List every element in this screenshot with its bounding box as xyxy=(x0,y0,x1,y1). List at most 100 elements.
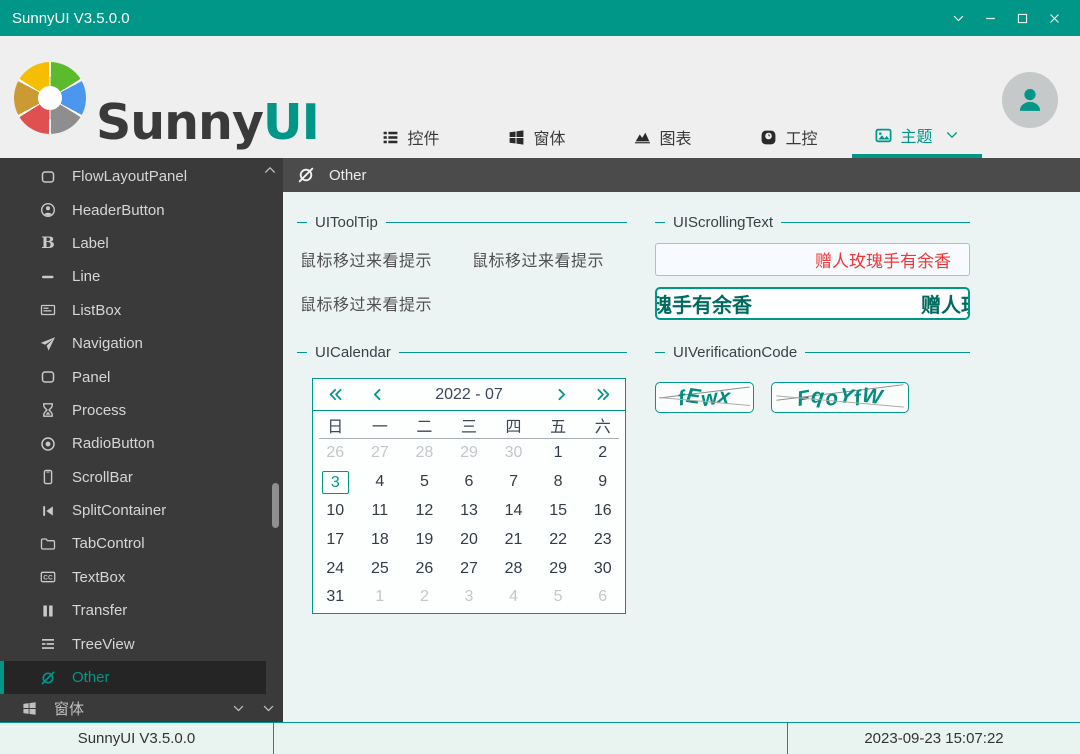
sidebar-item-headerbutton[interactable]: HeaderButton xyxy=(0,193,283,226)
sidebar-item-label: Panel xyxy=(72,369,110,386)
calendar-header: 2022 - 07 xyxy=(313,379,625,411)
tab-forms[interactable]: 窗体 xyxy=(474,116,600,158)
tab-industrial[interactable]: 工控 xyxy=(726,116,852,158)
sidebar-item-process[interactable]: Process xyxy=(0,394,283,427)
prev-month-button[interactable] xyxy=(357,379,397,410)
sidebar-item-treeview[interactable]: TreeView xyxy=(0,627,283,660)
calendar-day[interactable]: 6 xyxy=(580,583,625,612)
sidebar-item-navigation[interactable]: Navigation xyxy=(0,327,283,360)
calendar-day[interactable]: 23 xyxy=(580,525,625,554)
calendar-day[interactable]: 27 xyxy=(447,554,492,583)
calendar-day[interactable]: 30 xyxy=(491,439,536,468)
calendar-day[interactable]: 4 xyxy=(491,583,536,612)
close-button[interactable] xyxy=(1038,3,1070,33)
sidebar-scrollbar-thumb[interactable] xyxy=(272,483,279,528)
next-month-button[interactable] xyxy=(541,379,581,410)
calendar-day[interactable]: 13 xyxy=(447,497,492,526)
tab-controls[interactable]: 控件 xyxy=(348,116,474,158)
calendar-day[interactable]: 29 xyxy=(447,439,492,468)
calendar-day[interactable]: 1 xyxy=(536,439,581,468)
calendar-day[interactable]: 28 xyxy=(491,554,536,583)
calendar-day[interactable]: 26 xyxy=(402,554,447,583)
calendar-day[interactable]: 18 xyxy=(358,525,403,554)
sidebar-item-listbox[interactable]: ListBox xyxy=(0,294,283,327)
calendar-day[interactable]: 4 xyxy=(358,468,403,497)
calendar-day[interactable]: 26 xyxy=(313,439,358,468)
calendar-day[interactable]: 17 xyxy=(313,525,358,554)
verification-code-box[interactable]: fEwx xyxy=(655,382,754,413)
calendar-day[interactable]: 2 xyxy=(580,439,625,468)
calendar-day-number: 27 xyxy=(460,560,478,578)
sidebar-scroll-up-icon[interactable] xyxy=(263,163,277,177)
sidebar-item-tabcontrol[interactable]: TabControl xyxy=(0,527,283,560)
verification-code-box[interactable]: FqoYfW xyxy=(771,382,909,413)
calendar-day[interactable]: 5 xyxy=(536,583,581,612)
calendar-day[interactable]: 9 xyxy=(580,468,625,497)
calendar-day[interactable]: 14 xyxy=(491,497,536,526)
calendar-day[interactable]: 8 xyxy=(536,468,581,497)
calendar-day[interactable]: 2 xyxy=(402,583,447,612)
calendar-weekday: 四 xyxy=(491,413,536,437)
sidebar-item-panel[interactable]: Panel xyxy=(0,360,283,393)
sidebar-item-radiobutton[interactable]: RadioButton xyxy=(0,427,283,460)
calendar-day-number: 30 xyxy=(505,444,523,462)
calendar-day[interactable]: 20 xyxy=(447,525,492,554)
calendar-day[interactable]: 5 xyxy=(402,468,447,497)
avatar[interactable] xyxy=(1002,72,1058,128)
calendar-day[interactable]: 29 xyxy=(536,554,581,583)
sidebar-group-forms[interactable]: 窗体 xyxy=(0,695,283,722)
calendar-day[interactable]: 19 xyxy=(402,525,447,554)
minimize-button[interactable] xyxy=(974,3,1006,33)
next-year-button[interactable] xyxy=(581,379,625,410)
calendar-day[interactable]: 21 xyxy=(491,525,536,554)
calendar-grid: 2627282930123456789101112131415161718192… xyxy=(313,439,625,612)
groupbox-header: UIToolTip xyxy=(297,214,627,230)
calendar-weekday: 五 xyxy=(536,413,581,437)
calendar-day[interactable]: 30 xyxy=(580,554,625,583)
prev-year-button[interactable] xyxy=(313,379,357,410)
groupbox-header: UIVerificationCode xyxy=(655,344,970,360)
tab-theme[interactable]: 主题 xyxy=(852,116,982,158)
calendar-day[interactable]: 1 xyxy=(358,583,403,612)
sidebar-item-scrollbar[interactable]: ScrollBar xyxy=(0,461,283,494)
sidebar-item-label[interactable]: BLabel xyxy=(0,227,283,260)
calendar-day[interactable]: 6 xyxy=(447,468,492,497)
calendar-day[interactable]: 7 xyxy=(491,468,536,497)
sidebar-item-textbox[interactable]: CCTextBox xyxy=(0,561,283,594)
calendar-day-number: 31 xyxy=(326,588,344,606)
sidebar-item-line[interactable]: Line xyxy=(0,260,283,293)
group-collapse-chevron-icon[interactable] xyxy=(232,702,245,715)
calendar-day[interactable]: 10 xyxy=(313,497,358,526)
extend-button[interactable] xyxy=(942,3,974,33)
sidebar-item-splitcontainer[interactable]: SplitContainer xyxy=(0,494,283,527)
maximize-button[interactable] xyxy=(1006,3,1038,33)
calendar-day[interactable]: 3 xyxy=(447,583,492,612)
calendar-day[interactable]: 11 xyxy=(358,497,403,526)
calendar-day[interactable]: 25 xyxy=(358,554,403,583)
sidebar-scroll-down-icon[interactable] xyxy=(262,702,275,715)
calendar-day[interactable]: 22 xyxy=(536,525,581,554)
tooltip-label[interactable]: 鼠标移过来看提示 xyxy=(300,297,432,314)
sidebar-item-label: ListBox xyxy=(72,302,121,319)
calendar-day-selected[interactable]: 3 xyxy=(313,468,358,497)
calendar-day[interactable]: 31 xyxy=(313,583,358,612)
calendar-day[interactable]: 24 xyxy=(313,554,358,583)
calendar-day[interactable]: 16 xyxy=(580,497,625,526)
calendar-day[interactable]: 27 xyxy=(358,439,403,468)
calendar-day[interactable]: 12 xyxy=(402,497,447,526)
scrolling-text-box-2[interactable]: 瑰手有余香 赠人玫 xyxy=(655,287,970,320)
calendar-day[interactable]: 28 xyxy=(402,439,447,468)
calendar-day[interactable]: 15 xyxy=(536,497,581,526)
tooltip-label[interactable]: 鼠标移过来看提示 xyxy=(300,247,432,271)
main-panel: Other UIToolTip 鼠标移过来看提示 鼠标移过来看提示 鼠标移过来看… xyxy=(283,158,1080,722)
calendar: 2022 - 07 日一二三四五六 2627282930123456789101… xyxy=(312,378,626,614)
tab-charts[interactable]: 图表 xyxy=(600,116,726,158)
sidebar-item-flowlayoutpanel[interactable]: FlowLayoutPanel xyxy=(0,160,283,193)
logo-text-primary: Sunny xyxy=(96,94,263,151)
sidebar-item-other[interactable]: Other xyxy=(0,661,266,694)
svg-text:CC: CC xyxy=(43,575,53,582)
scrolling-text-box-1[interactable]: 赠人玫瑰手有余香 xyxy=(655,243,970,276)
calendar-day-number: 18 xyxy=(371,531,389,549)
tooltip-label[interactable]: 鼠标移过来看提示 xyxy=(472,247,604,271)
sidebar-item-transfer[interactable]: Transfer xyxy=(0,594,283,627)
